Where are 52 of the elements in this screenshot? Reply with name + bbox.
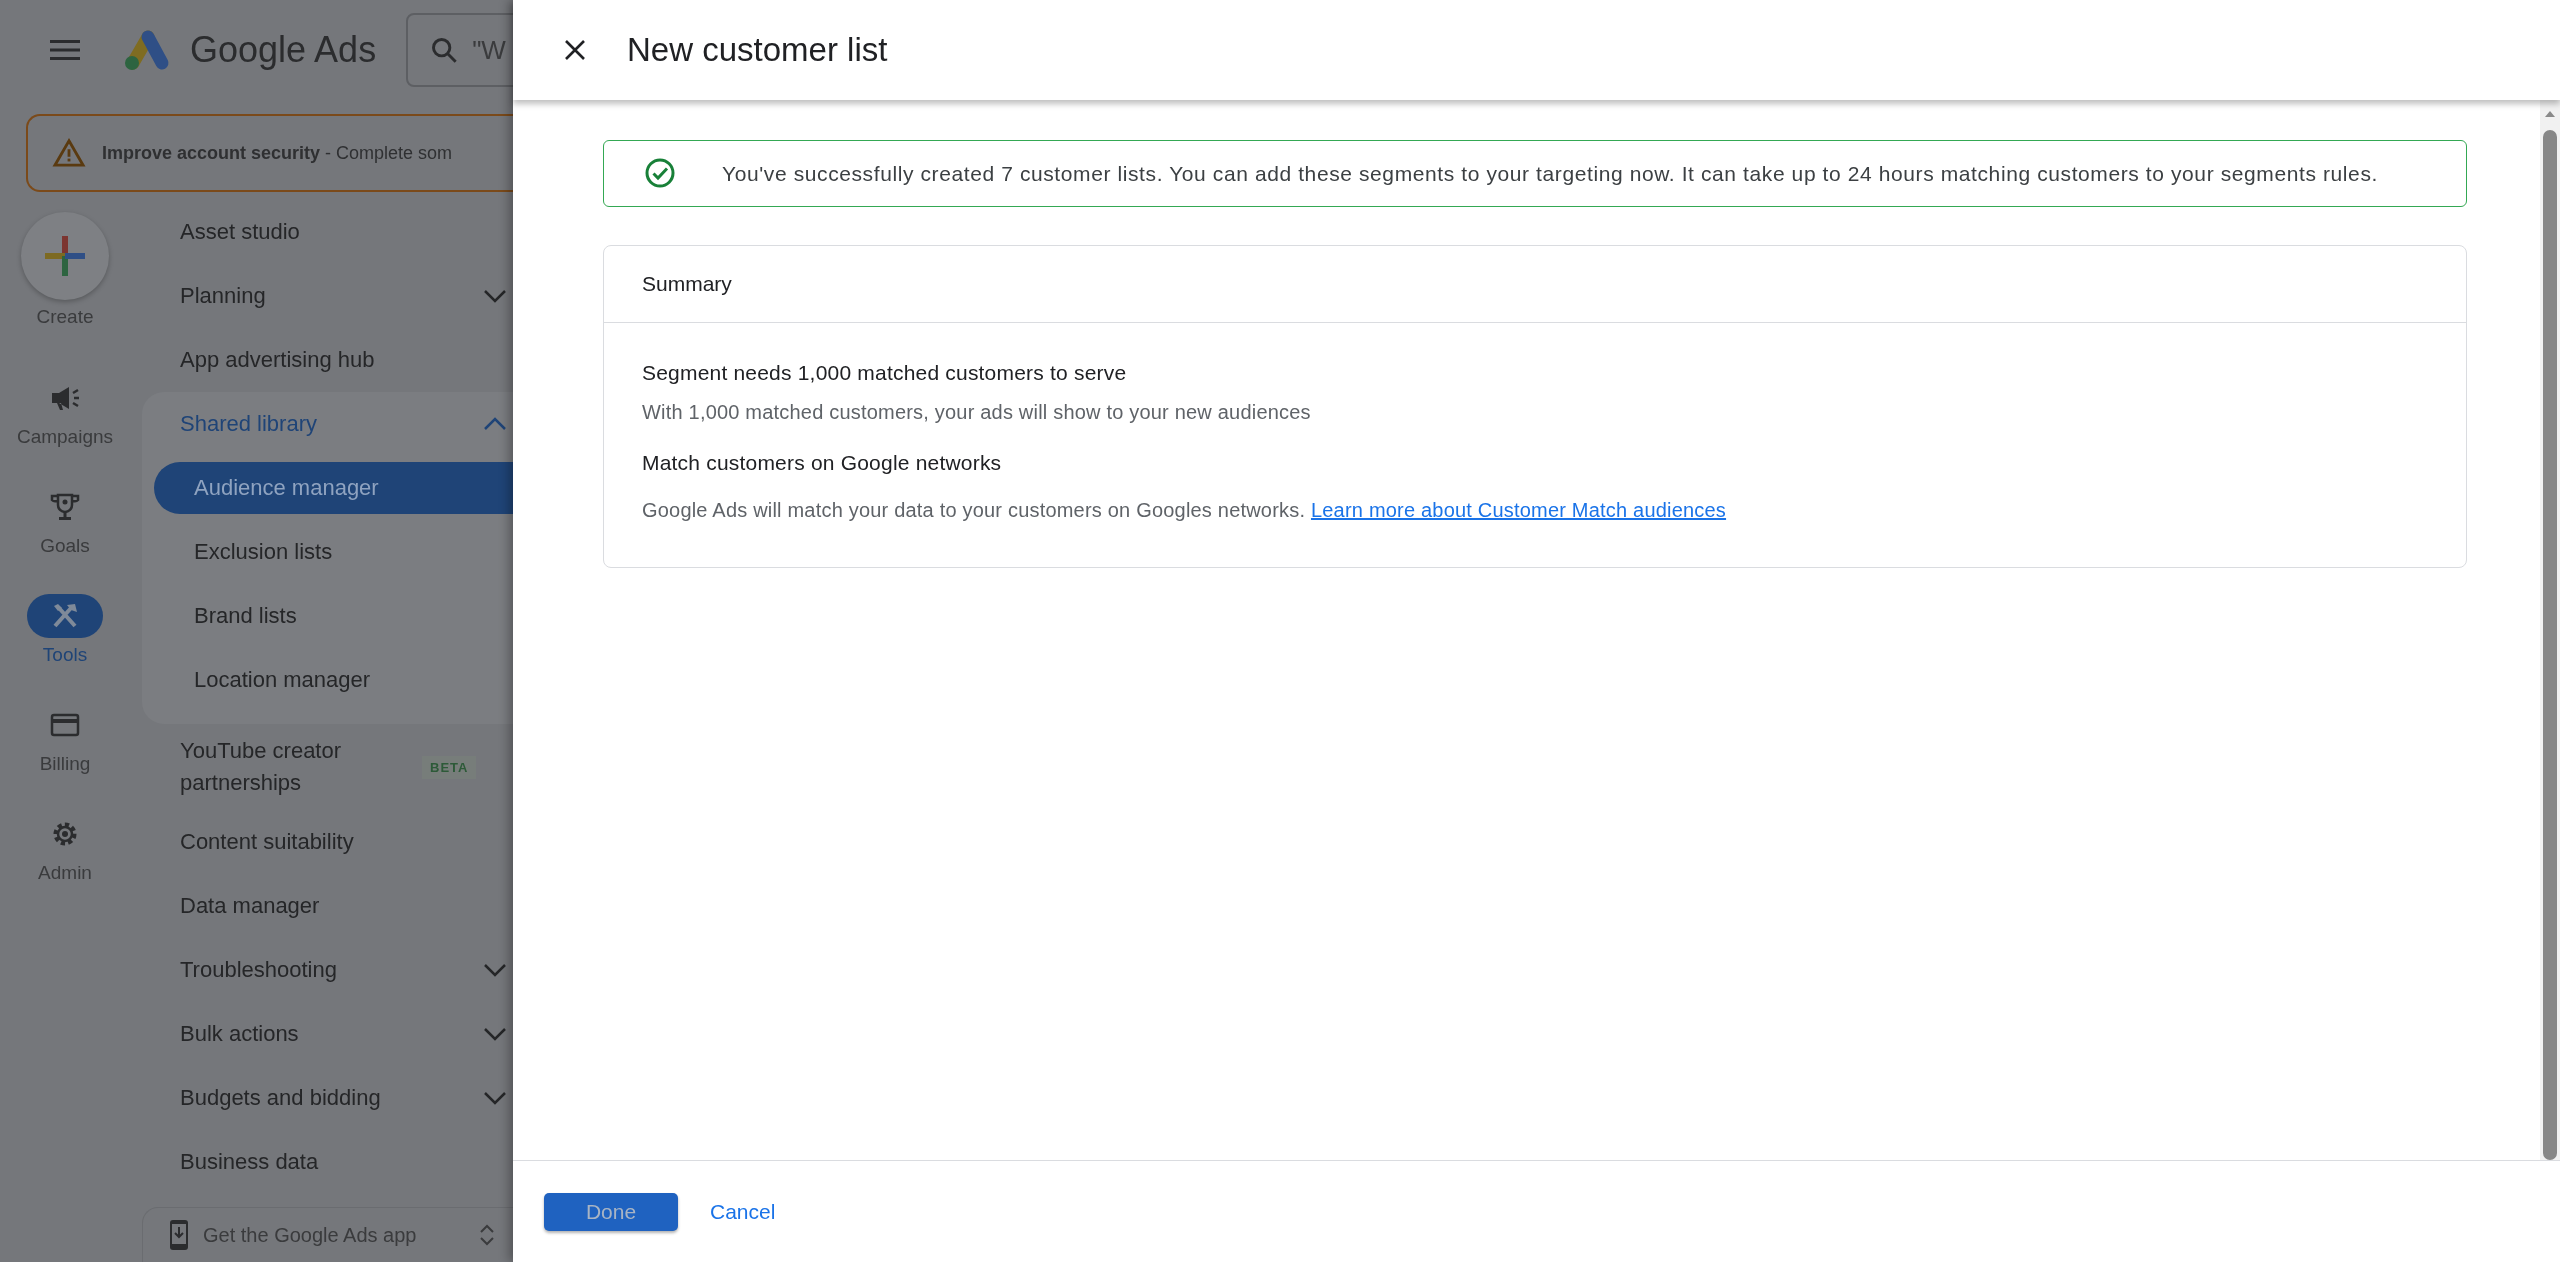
chevron-icon	[483, 417, 507, 431]
nav-item[interactable]: App advertising hub	[130, 328, 513, 392]
rail-item[interactable]: Tools	[27, 594, 103, 703]
security-alert-text: Improve account security - Complete som	[102, 142, 453, 164]
learn-more-link[interactable]: Learn more about Customer Match audiences	[1310, 499, 1727, 521]
section-heading: Segment needs 1,000 matched customers to serve	[642, 361, 1128, 385]
rail-item[interactable]: Goals	[27, 485, 103, 594]
warning-icon	[52, 138, 86, 168]
trophy-icon	[49, 491, 81, 523]
nav-item[interactable]: Bulk actions	[130, 1002, 513, 1066]
rail-item[interactable]: Campaigns	[16, 376, 114, 485]
nav-item[interactable]: Content suitability	[130, 810, 513, 874]
phone-download-icon	[169, 1219, 189, 1251]
nav-item[interactable]: Brand lists	[142, 584, 513, 648]
rail-item[interactable]: Billing	[27, 703, 103, 812]
create-button[interactable]	[21, 212, 109, 300]
nav-item[interactable]: Asset studio	[130, 200, 513, 264]
section-heading: Match customers on Google networks	[642, 451, 1003, 475]
expand-icon	[479, 1223, 495, 1247]
beta-badge: BETA	[422, 755, 477, 779]
nav-item[interactable]: YouTube creator partnerships BETA	[130, 724, 513, 810]
nav-item[interactable]: Data manager	[130, 874, 513, 938]
get-app-button[interactable]: Get the Google Ads app	[142, 1207, 513, 1262]
chevron-icon	[483, 1027, 507, 1041]
nav-item[interactable]: Location manager	[142, 648, 513, 712]
chevron-icon	[483, 963, 507, 977]
panel-title: New customer list	[627, 31, 888, 69]
done-button[interactable]: Done	[544, 1192, 678, 1231]
nav-item[interactable]: Troubleshooting	[130, 938, 513, 1002]
chevron-icon	[483, 1091, 507, 1105]
check-circle-icon	[644, 157, 676, 189]
nav-item[interactable]: Budgets and bidding	[130, 1066, 513, 1130]
cancel-button[interactable]: Cancel	[706, 1193, 780, 1230]
section-text: With 1,000 matched customers, your ads will show to your new audiences	[642, 400, 1312, 425]
scrollbar[interactable]	[2540, 100, 2560, 1160]
rail-label: Create	[36, 306, 94, 328]
plus-icon	[45, 236, 85, 276]
nav-item[interactable]: Audience manager	[154, 462, 513, 514]
chevron-icon	[483, 289, 507, 303]
close-icon[interactable]	[563, 38, 587, 62]
nav-item[interactable]: Exclusion lists	[142, 520, 513, 584]
card-title: Summary	[642, 272, 732, 296]
nav-item[interactable]: Planning	[130, 264, 513, 328]
success-text: You've successfully created 7 customer lists. You can add these segments to your targeting now. It can take up to 24 hours matching customers to your segments rules.	[722, 161, 2378, 187]
search-icon	[430, 36, 459, 64]
menu-icon[interactable]	[50, 40, 80, 60]
nav-item[interactable]: Shared library	[142, 392, 513, 456]
scroll-up-icon[interactable]	[2544, 110, 2556, 118]
product-name: Google Ads	[190, 29, 377, 71]
nav-item[interactable]: Business data	[130, 1130, 513, 1194]
rail-item[interactable]: Admin	[27, 812, 103, 921]
section-text: Google Ads will match your data to your customers on Googles networks. Learn more about Customer Match audiences	[642, 498, 1728, 523]
